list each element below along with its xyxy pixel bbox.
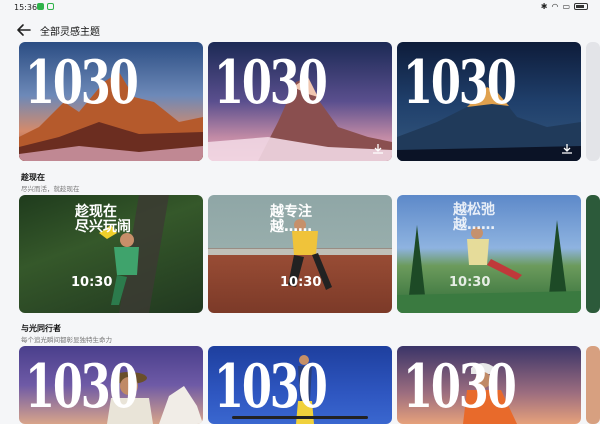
time-display: 1030 <box>214 48 328 118</box>
time-display: 10:30 <box>71 275 113 290</box>
home-indicator[interactable] <box>232 416 368 419</box>
time-display: 1030 <box>403 48 517 118</box>
slogan-text: 越松弛 越…… <box>453 202 495 233</box>
time-display: 10:30 <box>449 275 491 290</box>
theme-card-7[interactable]: 1030 <box>19 346 203 424</box>
section-title: 与光同行者 <box>21 324 61 333</box>
theme-card-2[interactable]: 1030 <box>208 42 392 161</box>
theme-card-8[interactable]: 1030 <box>208 346 392 424</box>
battery-icon <box>574 3 588 10</box>
section-title: 趁现在 <box>21 173 45 182</box>
slogan-text: 越专注 越…… <box>270 204 312 235</box>
theme-card-peek-2[interactable] <box>586 195 600 313</box>
back-arrow-icon[interactable] <box>16 22 32 38</box>
header: 全部灵感主题 <box>0 18 600 42</box>
time-display: 10:30 <box>280 275 322 290</box>
bluetooth-icon: ✱ <box>540 2 548 11</box>
time-display: 1030 <box>25 48 139 118</box>
app-notification-icon-2 <box>47 3 54 10</box>
theme-card-4[interactable]: 趁现在 尽兴玩闹 10:30 <box>19 195 203 313</box>
theme-card-6[interactable]: 越松弛 越…… 10:30 <box>397 195 581 313</box>
theme-card-peek-3[interactable] <box>586 346 600 424</box>
time-display: 1030 <box>403 352 517 422</box>
slogan-text: 趁现在 尽兴玩闹 <box>75 204 131 235</box>
download-icon[interactable] <box>372 143 384 155</box>
status-time: 15:36 <box>14 3 38 12</box>
download-icon[interactable] <box>561 143 573 155</box>
theme-card-3[interactable]: 1030 <box>397 42 581 161</box>
status-bar: 15:36 ✱ ◠ ▭ <box>0 0 600 14</box>
wifi-icon: ◠ <box>551 2 559 11</box>
page-title: 全部灵感主题 <box>40 27 100 38</box>
theme-card-5[interactable]: 越专注 越…… 10:30 <box>208 195 392 313</box>
time-display: 1030 <box>214 352 328 422</box>
theme-card-9[interactable]: 1030 <box>397 346 581 424</box>
time-display: 1030 <box>25 352 139 422</box>
theme-card-1[interactable]: 1030 <box>19 42 203 161</box>
app-notification-icon <box>37 3 44 10</box>
sim-icon: ▭ <box>562 2 570 11</box>
section-subtitle: 尽兴而活，就趁现在 <box>21 185 80 193</box>
section-subtitle: 每个追光瞬间都彰显独特生命力 <box>21 336 112 344</box>
theme-card-peek-1[interactable] <box>586 42 600 161</box>
